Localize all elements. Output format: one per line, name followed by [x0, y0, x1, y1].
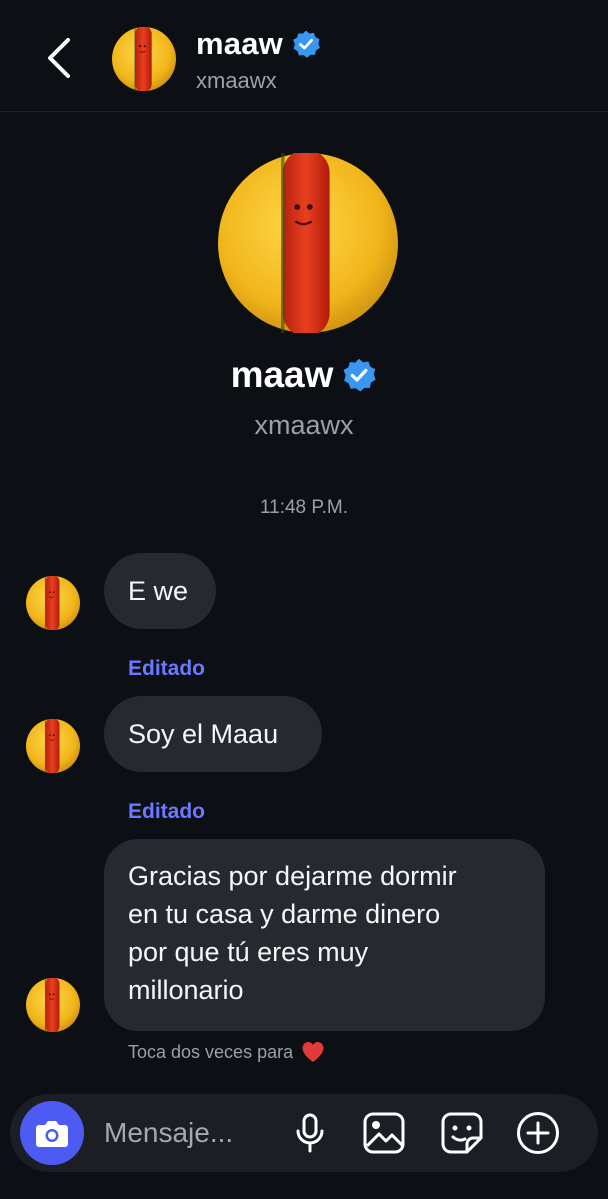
profile-username: maaw [230, 354, 334, 395]
message-text-line: por que tú eres muy [128, 937, 369, 967]
chat-header: maaw xmaawx [0, 0, 608, 112]
message-text: Soy el Maau [128, 719, 279, 749]
microphone-icon [296, 1113, 324, 1153]
edited-label: Editado [128, 657, 205, 680]
sender-avatar[interactable] [26, 576, 80, 630]
heart-icon [302, 1042, 324, 1062]
sender-avatar[interactable] [26, 978, 80, 1032]
more-actions-button[interactable] [516, 1111, 560, 1155]
edited-label: Editado [128, 800, 205, 823]
back-button[interactable] [40, 34, 80, 82]
sticker-icon [441, 1112, 483, 1154]
profile-handle: xmaawx [254, 410, 354, 440]
message-bubble[interactable]: Gracias por dejarme dormir en tu casa y … [104, 839, 545, 1031]
message-composer [10, 1094, 598, 1172]
message-bubble[interactable]: Soy el Maau [104, 696, 322, 772]
verified-badge-icon [293, 30, 320, 58]
header-username: maaw [196, 26, 283, 61]
header-name-row[interactable]: maaw [196, 26, 321, 62]
sticker-button[interactable] [440, 1111, 484, 1155]
message-bubble[interactable]: E we [104, 553, 216, 629]
sender-avatar[interactable] [26, 719, 80, 773]
message-text: E we [128, 576, 189, 606]
double-tap-hint: Toca dos veces para [128, 1041, 325, 1063]
message-text-line: millonario [128, 975, 244, 1005]
verified-badge-icon [343, 358, 377, 392]
hint-text: Toca dos veces para [128, 1041, 294, 1062]
camera-button[interactable] [20, 1101, 84, 1165]
message-timestamp: 11:48 P.M. [259, 497, 349, 518]
gallery-button[interactable] [362, 1111, 406, 1155]
message-text-line: en tu casa y darme dinero [128, 899, 441, 929]
image-icon [363, 1112, 405, 1154]
header-handle: xmaawx [196, 68, 277, 93]
camera-icon [36, 1121, 68, 1147]
message-text-line: Gracias por dejarme dormir [128, 861, 457, 891]
chevron-left-icon [48, 38, 70, 78]
profile-name-row: maaw [0, 354, 608, 396]
profile-avatar[interactable] [218, 153, 398, 333]
header-avatar[interactable] [112, 27, 176, 91]
plus-circle-icon [517, 1112, 559, 1154]
voice-message-button[interactable] [288, 1111, 332, 1155]
message-input[interactable] [104, 1114, 274, 1152]
